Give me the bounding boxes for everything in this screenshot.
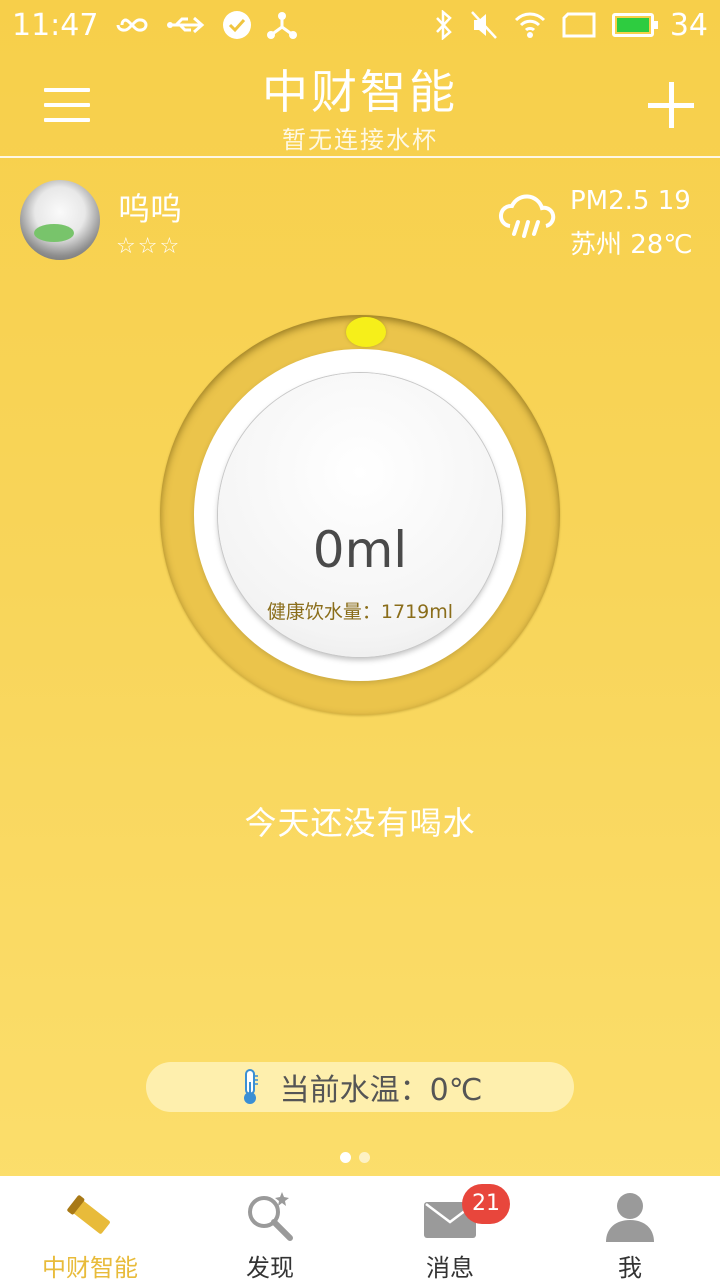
nav-label-me: 我 xyxy=(618,1254,642,1280)
usb-icon xyxy=(167,16,205,34)
healthy-intake-label: 健康饮水量：1719ml xyxy=(266,601,454,623)
screen-icon xyxy=(562,12,596,38)
battery-icon xyxy=(611,13,658,37)
bottom-nav: 中财智能 发现 消息 我 xyxy=(0,1176,720,1280)
connection-status: 暂无连接水杯 xyxy=(282,126,438,154)
person-icon xyxy=(606,1193,654,1242)
progress-knob[interactable] xyxy=(346,317,386,347)
nav-item-me[interactable]: 我 xyxy=(540,1176,720,1280)
user-name: 呜呜 xyxy=(118,190,183,228)
app-header: 中财智能 暂无连接水杯 xyxy=(0,50,720,158)
water-temperature: 当前水温：0℃ xyxy=(279,1073,483,1108)
nav-item-discover[interactable]: 发现 xyxy=(180,1176,360,1280)
message-badge: 21 xyxy=(462,1184,510,1224)
pm25-value: PM2.5 19 xyxy=(570,186,691,216)
water-amount: 0ml xyxy=(312,521,408,579)
water-temperature-pill: 当前水温：0℃ xyxy=(146,1062,574,1112)
water-intake-dial: 0ml 健康饮水量：1719ml xyxy=(160,315,560,715)
dial-center[interactable]: 0ml 健康饮水量：1719ml xyxy=(218,373,502,657)
user-rating-stars: ☆☆☆ xyxy=(116,234,182,259)
mute-icon xyxy=(470,11,497,39)
rain-cloud-icon xyxy=(499,194,556,238)
nav-label-home: 中财智能 xyxy=(42,1254,138,1280)
bluetooth-icon xyxy=(435,10,452,40)
nav-label-discover: 发现 xyxy=(246,1254,294,1280)
battery-level: 34 xyxy=(669,7,708,43)
discover-icon xyxy=(248,1192,293,1241)
nav-item-home[interactable]: 中财智能 xyxy=(0,1176,180,1280)
status-bar: 11:47 34 xyxy=(0,0,720,50)
page-title: 中财智能 xyxy=(262,65,458,119)
avatar[interactable] xyxy=(20,180,100,260)
infinity-icon xyxy=(116,18,148,32)
status-time: 11:47 xyxy=(12,7,99,43)
share-icon xyxy=(267,12,298,39)
city-temperature: 苏州 28℃ xyxy=(570,230,693,260)
drink-status-message: 今天还没有喝水 xyxy=(244,804,476,842)
nav-item-messages[interactable]: 消息 xyxy=(360,1176,540,1280)
nav-label-messages: 消息 xyxy=(426,1254,474,1280)
page-indicator xyxy=(340,1152,370,1163)
wifi-icon xyxy=(514,12,545,38)
page-dot-2[interactable] xyxy=(359,1152,370,1163)
check-circle-icon xyxy=(223,11,252,39)
dial-face: 0ml 健康饮水量：1719ml xyxy=(194,349,526,681)
page-dot-1[interactable] xyxy=(340,1152,351,1163)
cup-icon xyxy=(67,1195,110,1234)
thermometer-icon xyxy=(243,1069,258,1104)
add-button[interactable] xyxy=(648,82,694,128)
